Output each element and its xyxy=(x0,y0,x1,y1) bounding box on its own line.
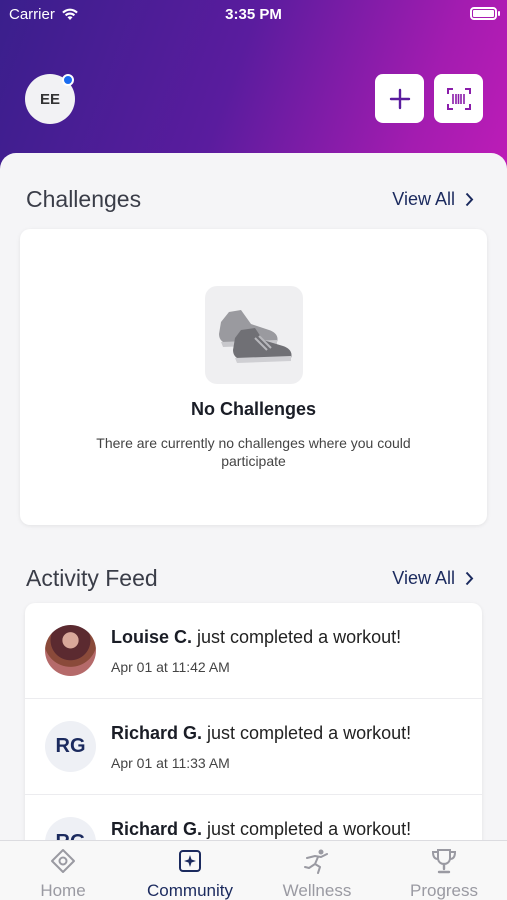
user-photo-avatar xyxy=(45,625,96,676)
feed-item[interactable]: RG Richard G. just completed a workout! xyxy=(25,795,482,843)
feed-item-text: Richard G. just completed a workout! xyxy=(111,819,412,839)
trophy-icon xyxy=(431,849,457,874)
add-button[interactable] xyxy=(375,74,424,123)
avatar-initials: EE xyxy=(39,90,60,108)
tab-wellness-label: Wellness xyxy=(282,881,352,900)
feed-item-text: Richard G. just completed a workout! xyxy=(111,723,412,743)
tab-home[interactable]: Home xyxy=(0,847,126,900)
tab-community[interactable]: Community xyxy=(127,847,253,900)
activity-feed-view-all-label: View All xyxy=(392,568,455,588)
user-avatar[interactable]: EE xyxy=(25,74,75,124)
barcode-scan-icon xyxy=(446,87,471,110)
challenges-view-all-label: View All xyxy=(392,189,455,209)
activity-feed-view-all[interactable]: View All xyxy=(392,568,474,589)
activity-feed-card: Louise C. just completed a workout! Apr … xyxy=(25,603,482,843)
empty-challenges-title: No Challenges xyxy=(190,399,317,419)
tab-bar: Home Community Wellness Progress xyxy=(0,840,507,900)
tab-progress-label: Progress xyxy=(409,881,479,900)
challenges-title: Challenges xyxy=(26,186,142,212)
challenges-view-all[interactable]: View All xyxy=(392,189,474,210)
home-icon xyxy=(51,849,75,873)
tab-progress[interactable]: Progress xyxy=(381,847,507,900)
activity-feed-title: Activity Feed xyxy=(26,565,158,591)
feed-item-time: Apr 01 at 11:42 AM xyxy=(111,659,230,675)
sneakers-icon xyxy=(205,286,303,384)
feed-item[interactable]: RG Richard G. just completed a workout! … xyxy=(25,699,482,795)
plus-icon xyxy=(389,88,410,109)
status-time: 3:35 PM xyxy=(225,6,282,23)
challenges-empty-card: No Challenges There are currently no cha… xyxy=(20,229,487,525)
chevron-right-icon xyxy=(465,192,474,207)
scan-button[interactable] xyxy=(434,74,483,123)
chevron-right-icon xyxy=(465,571,474,586)
user-initials-avatar: RG xyxy=(45,721,96,772)
feed-item-time: Apr 01 at 11:33 AM xyxy=(111,755,230,771)
wellness-icon xyxy=(304,849,328,874)
feed-item[interactable]: Louise C. just completed a workout! Apr … xyxy=(25,603,482,699)
main-sheet: Challenges View All No Challenges There … xyxy=(0,153,507,843)
battery-icon xyxy=(470,7,500,20)
empty-challenges-description: There are currently no challenges where … xyxy=(96,435,411,469)
tab-community-label: Community xyxy=(147,881,233,900)
notification-dot xyxy=(62,74,74,86)
community-icon xyxy=(179,850,201,872)
feed-item-text: Louise C. just completed a workout! xyxy=(111,627,402,647)
tab-home-label: Home xyxy=(40,881,86,900)
status-bar: Carrier 3:35 PM xyxy=(0,0,507,30)
tab-wellness[interactable]: Wellness xyxy=(254,847,380,900)
